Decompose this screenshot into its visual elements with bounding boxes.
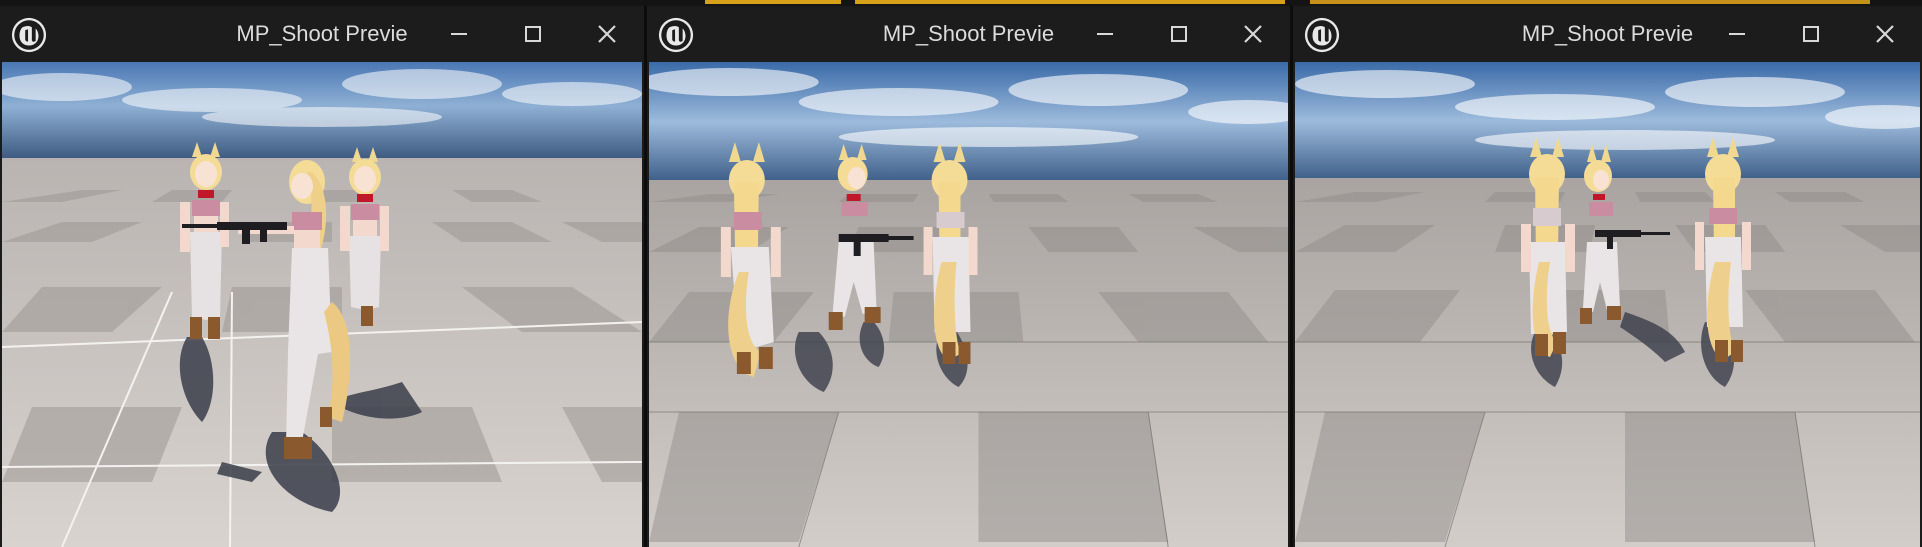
maximize-button[interactable] <box>1774 6 1848 62</box>
close-button[interactable] <box>570 6 644 62</box>
background-accent-tab <box>1310 0 1870 4</box>
minimize-button[interactable] <box>1068 6 1142 62</box>
minimize-button[interactable] <box>422 6 496 62</box>
maximize-icon <box>525 26 541 42</box>
preview-window-2[interactable]: MP_Shoot Previe <box>647 6 1290 547</box>
window-titlebar[interactable]: MP_Shoot Previe <box>0 6 644 62</box>
maximize-icon <box>1171 26 1187 42</box>
preview-viewport[interactable] <box>649 62 1288 547</box>
background-accent-tab <box>855 0 1285 4</box>
maximize-button[interactable] <box>496 6 570 62</box>
close-icon <box>598 25 616 43</box>
close-button[interactable] <box>1848 6 1922 62</box>
minimize-icon <box>1097 33 1113 35</box>
viewport-scene[interactable] <box>649 62 1288 547</box>
window-titlebar[interactable]: MP_Shoot Previe <box>647 6 1290 62</box>
preview-viewport[interactable] <box>1295 62 1920 547</box>
preview-window-1[interactable]: MP_Shoot Previe <box>0 6 644 547</box>
maximize-button[interactable] <box>1142 6 1216 62</box>
unreal-engine-logo-icon[interactable] <box>657 16 695 54</box>
viewport-scene[interactable] <box>1295 62 1920 547</box>
unreal-engine-logo-icon[interactable] <box>10 16 48 54</box>
preview-viewport[interactable] <box>2 62 642 547</box>
background-accent-tab <box>705 0 841 4</box>
minimize-button[interactable] <box>1700 6 1774 62</box>
close-icon <box>1244 25 1262 43</box>
minimize-icon <box>1729 33 1745 35</box>
maximize-icon <box>1803 26 1819 42</box>
close-button[interactable] <box>1216 6 1290 62</box>
minimize-icon <box>451 33 467 35</box>
viewport-scene[interactable] <box>2 62 642 547</box>
unreal-engine-logo-icon[interactable] <box>1303 16 1341 54</box>
preview-window-3[interactable]: MP_Shoot Previe <box>1293 6 1922 547</box>
window-titlebar[interactable]: MP_Shoot Previe <box>1293 6 1922 62</box>
close-icon <box>1876 25 1894 43</box>
